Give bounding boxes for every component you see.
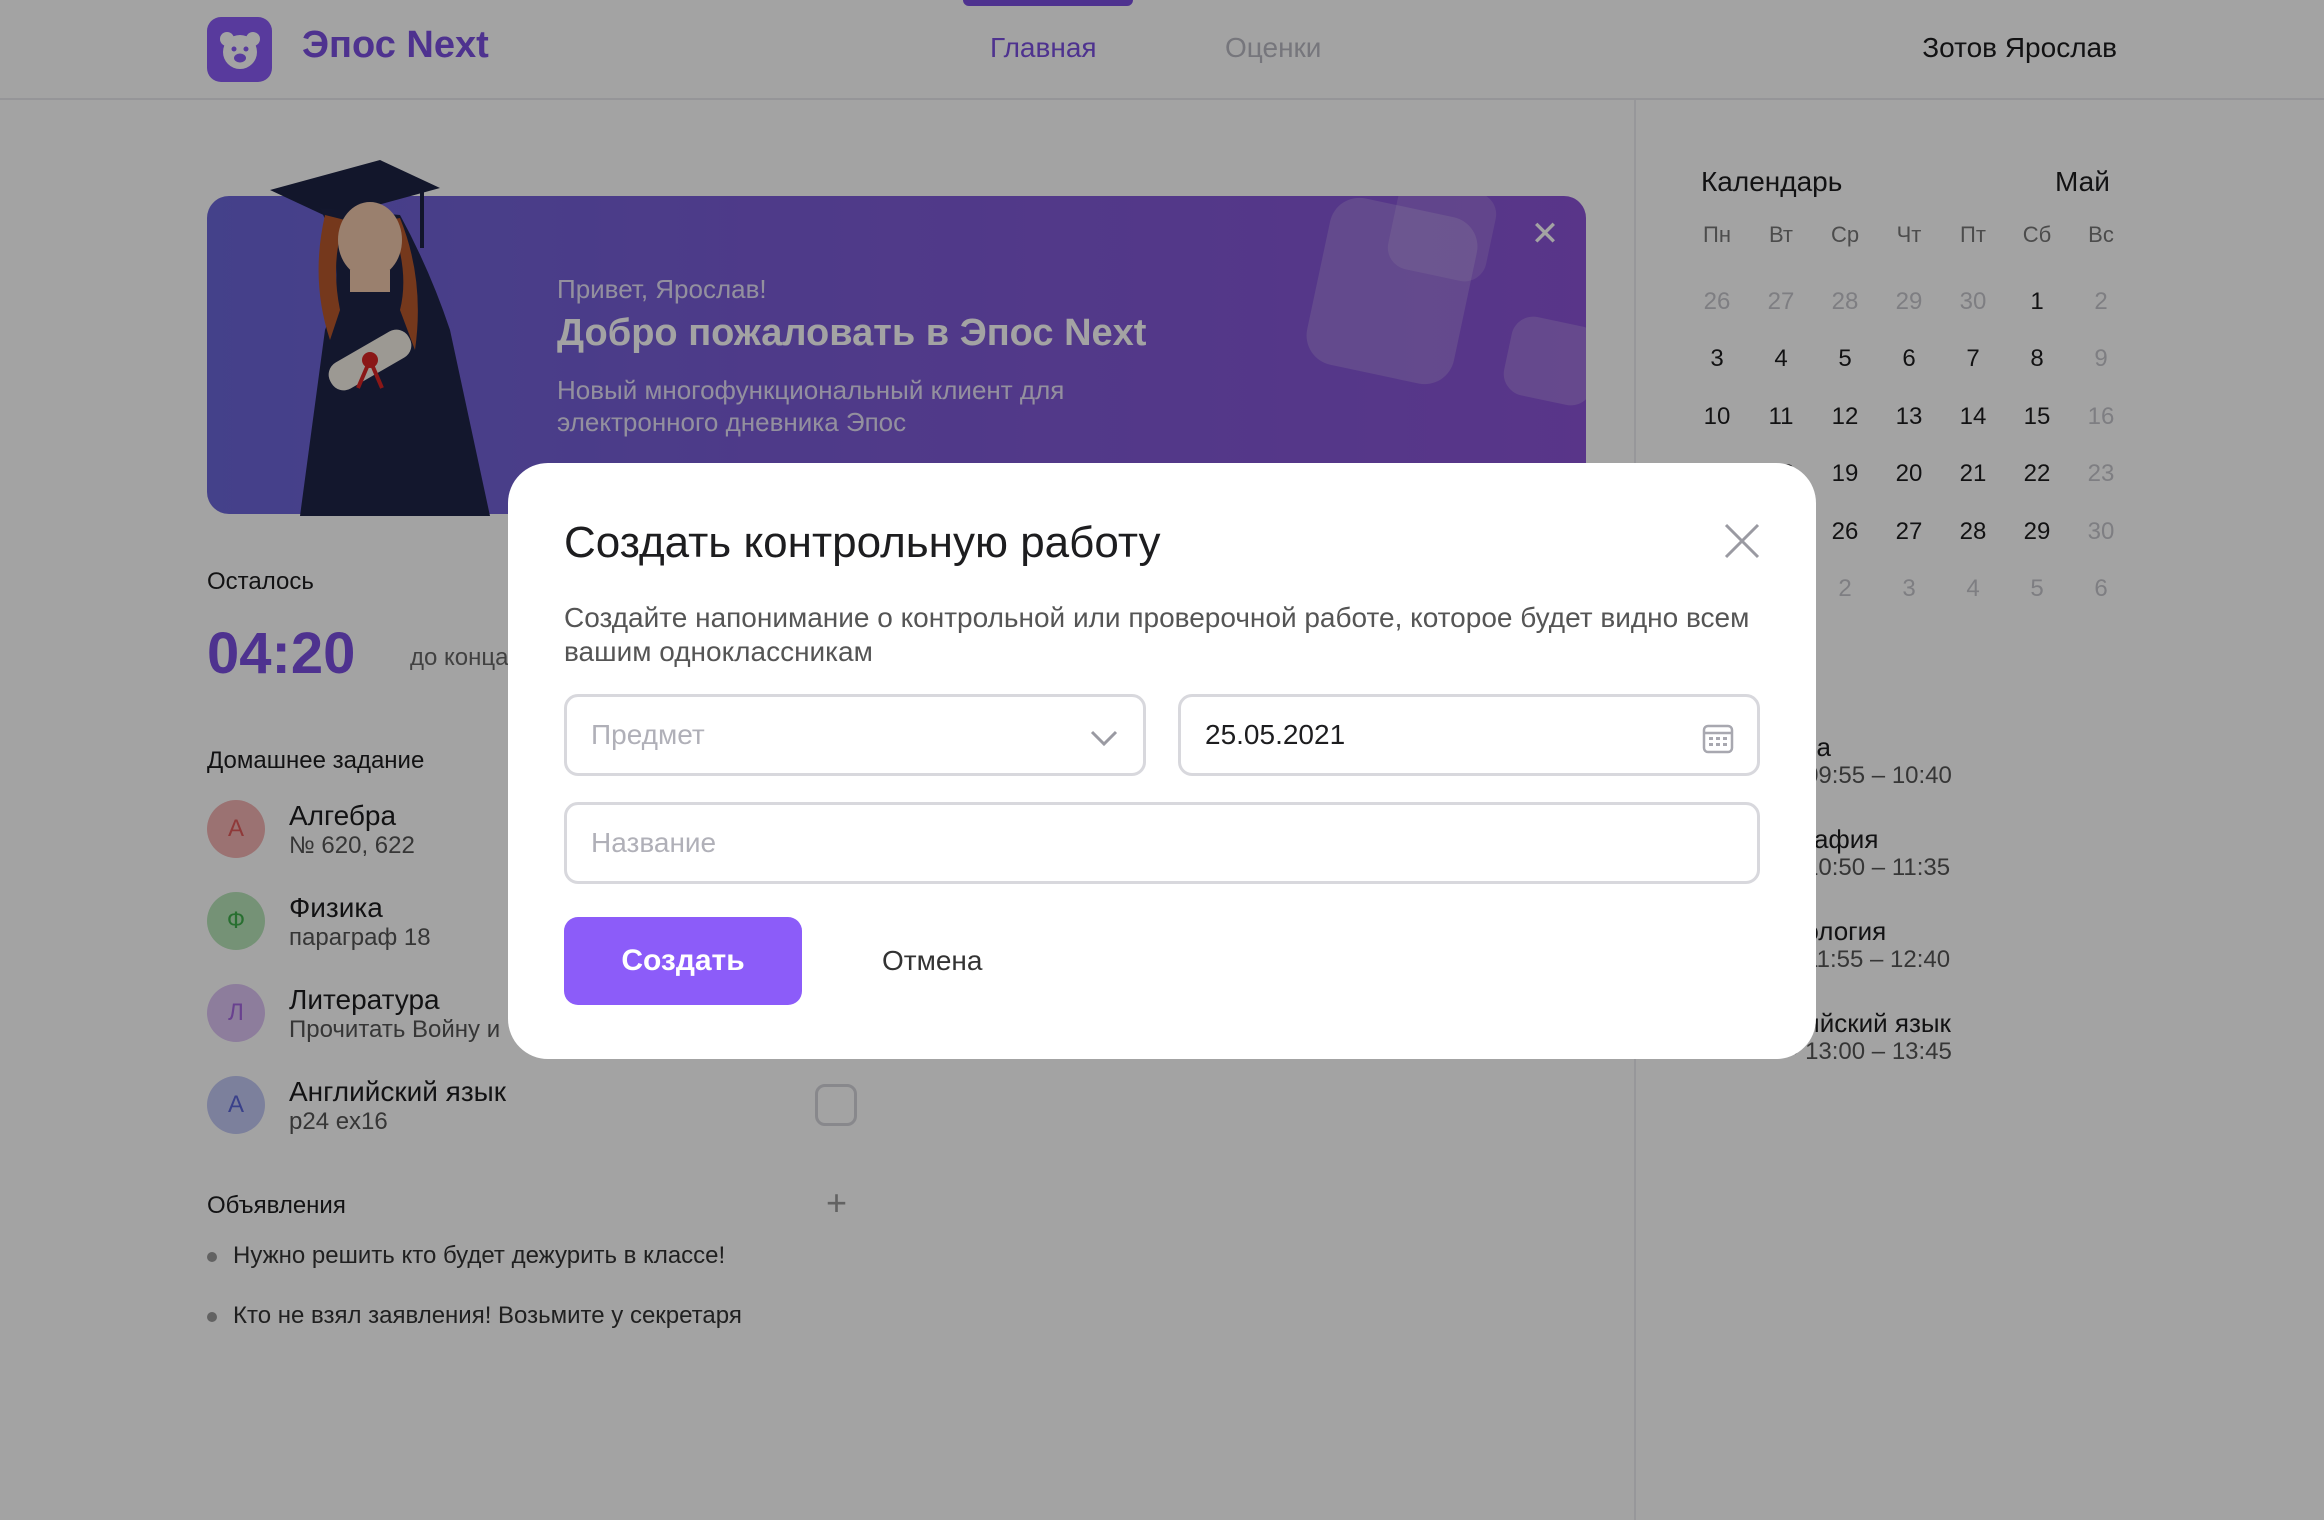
dialog-title: Создать контрольную работу <box>564 518 1161 567</box>
subject-placeholder: Предмет <box>591 719 705 750</box>
cancel-button[interactable]: Отмена <box>882 945 982 977</box>
subject-select[interactable]: Предмет <box>564 694 1146 776</box>
dialog-description: Создайте напонимание о контрольной или п… <box>564 602 1750 667</box>
date-value: 25.05.2021 <box>1205 719 1346 750</box>
title-placeholder: Название <box>591 827 717 858</box>
calendar-icon[interactable] <box>1701 721 1735 755</box>
chevron-down-icon <box>1090 730 1118 747</box>
create-test-dialog: Создать контрольную работу Создайте напо… <box>508 463 1816 1059</box>
create-button[interactable]: Создать <box>564 917 802 1005</box>
title-input[interactable]: Название <box>564 802 1760 884</box>
date-field[interactable]: 25.05.2021 <box>1178 694 1760 776</box>
close-icon[interactable] <box>1716 515 1768 567</box>
